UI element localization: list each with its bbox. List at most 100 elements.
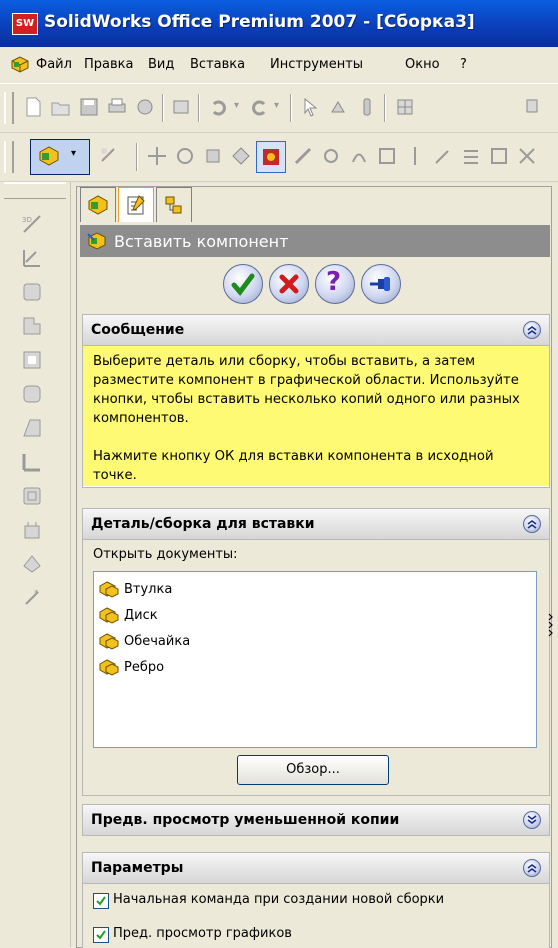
ok-button[interactable] (223, 264, 263, 304)
smart-fastener-icon[interactable] (202, 145, 224, 167)
redo-icon[interactable] (248, 96, 270, 118)
redo-dropdown-icon[interactable]: ▾ (274, 100, 279, 111)
strip-grip[interactable] (4, 182, 66, 199)
options-section: Параметры Начальная команда при создании… (82, 852, 550, 948)
menu-insert[interactable]: Вставка (190, 57, 245, 72)
interference-check-icon[interactable] (292, 145, 314, 167)
tab-configuration-manager[interactable] (156, 187, 192, 222)
menu-file[interactable]: Файл (36, 57, 72, 72)
message-text: Выберите деталь или сборку, чтобы встави… (93, 354, 520, 483)
chevron-up-double-icon (527, 864, 537, 873)
show-hidden-components-icon (263, 149, 279, 165)
preview-section-header[interactable]: Предв. просмотр уменьшенной копии (83, 805, 549, 835)
sketch-icon[interactable] (432, 145, 454, 167)
toolbar-grip[interactable] (4, 92, 14, 124)
insert-component-button[interactable]: ▾ (30, 139, 90, 175)
move-component-icon[interactable] (146, 145, 168, 167)
reference-plane-icon[interactable] (20, 450, 44, 474)
select-arrow-icon[interactable] (300, 96, 322, 118)
options-section-title: Параметры (91, 860, 184, 876)
message-section-title: Сообщение (91, 322, 185, 338)
undo-icon[interactable] (208, 96, 230, 118)
undo-dropdown-icon[interactable]: ▾ (234, 100, 239, 111)
action-buttons: ? (205, 264, 445, 304)
sheet-metal-icon[interactable] (20, 552, 44, 576)
rib-icon[interactable] (20, 382, 44, 406)
rebuild-icon[interactable] (328, 96, 350, 118)
mirror-component-icon[interactable] (404, 145, 426, 167)
list-item[interactable]: Диск (94, 604, 534, 628)
insert-component-icon (39, 146, 59, 166)
collapse-message-button[interactable] (523, 321, 541, 339)
hole-series-icon[interactable] (320, 145, 342, 167)
explode-view-icon[interactable] (230, 145, 252, 167)
svg-text:*: * (34, 589, 39, 599)
pattern-driven-icon[interactable] (376, 145, 398, 167)
open-folder-icon[interactable] (50, 96, 72, 118)
cancel-button[interactable] (269, 264, 309, 304)
traffic-light-icon[interactable] (356, 96, 378, 118)
large-design-review-icon[interactable] (488, 145, 510, 167)
block-icon[interactable] (20, 484, 44, 508)
open-documents-list[interactable]: Втулка Диск Обечайка Ребро (93, 571, 537, 748)
collapse-part-button[interactable] (523, 515, 541, 533)
assembly-features-icon[interactable] (348, 145, 370, 167)
tab-feature-manager[interactable] (80, 187, 116, 222)
save-icon[interactable] (78, 96, 100, 118)
options-section-header[interactable]: Параметры (83, 853, 549, 884)
draft-icon[interactable] (20, 416, 44, 440)
smart-mates-icon[interactable] (460, 145, 482, 167)
browse-button[interactable]: Обзор... (237, 755, 389, 785)
make-assembly-icon[interactable] (134, 96, 156, 118)
feature-tree-icon (88, 195, 108, 215)
graphics-preview-checkbox[interactable] (93, 927, 109, 943)
pin-button[interactable] (361, 264, 401, 304)
graphics-preview-label: Пред. просмотр графиков (113, 926, 292, 941)
property-manager-header: Вставить компонент (80, 225, 550, 257)
preview-section-title: Предв. просмотр уменьшенной копии (91, 812, 400, 828)
print-icon[interactable] (106, 96, 128, 118)
standard-toolbar: ▾ ▾ (0, 84, 558, 133)
shell-icon[interactable] (20, 348, 44, 372)
message-section-header[interactable]: Сообщение (83, 315, 549, 346)
list-item[interactable]: Втулка (94, 578, 534, 602)
options-grid-icon[interactable] (394, 96, 416, 118)
fillet-icon[interactable] (20, 314, 44, 338)
part-assembly-section-title: Деталь/сборка для вставки (91, 516, 315, 532)
menu-window[interactable]: Окно (405, 57, 440, 72)
list-item[interactable]: Обечайка (94, 630, 534, 654)
new-document-icon[interactable] (22, 96, 44, 118)
tab-property-manager[interactable] (118, 187, 154, 222)
menu-tools[interactable]: Инструменты (270, 57, 363, 72)
checkmark-icon (96, 930, 106, 940)
smart-dimension-icon[interactable] (20, 246, 44, 270)
help-button[interactable]: ? (315, 264, 355, 304)
start-command-checkbox[interactable] (93, 893, 109, 909)
toolbar-grip[interactable] (4, 141, 14, 173)
extrude-icon[interactable] (20, 280, 44, 304)
mate-icon[interactable] (98, 145, 120, 167)
document-name: Ребро (124, 660, 165, 675)
tile-icon[interactable] (524, 96, 546, 118)
option-graphics-preview[interactable]: Пред. просмотр графиков (93, 925, 533, 947)
show-hidden-button[interactable] (256, 141, 286, 173)
panel-splitter-icon[interactable] (547, 610, 555, 640)
more-features-icon[interactable]: * (20, 586, 44, 610)
menu-edit[interactable]: Правка (84, 57, 133, 72)
assembly-menu-icon[interactable] (10, 55, 30, 73)
part-assembly-section: Деталь/сборка для вставки Открыть докуме… (82, 508, 550, 796)
3d-sketch-icon[interactable]: 3D (20, 212, 44, 236)
cut-feature-icon[interactable] (20, 518, 44, 542)
print-preview-icon[interactable] (170, 96, 192, 118)
part-assembly-section-header[interactable]: Деталь/сборка для вставки (83, 509, 549, 540)
expand-preview-button[interactable] (523, 811, 541, 829)
property-manager-icon (127, 195, 145, 215)
menu-help[interactable]: ? (460, 57, 467, 72)
collapse-options-button[interactable] (523, 859, 541, 877)
menu-view[interactable]: Вид (148, 57, 174, 72)
vertical-command-strip: 3D * (0, 182, 71, 947)
option-start-command[interactable]: Начальная команда при создании новой сбо… (93, 891, 533, 913)
list-item[interactable]: Ребро (94, 656, 534, 680)
rotate-component-icon[interactable] (174, 145, 196, 167)
assembly-xpert-icon[interactable] (516, 145, 538, 167)
